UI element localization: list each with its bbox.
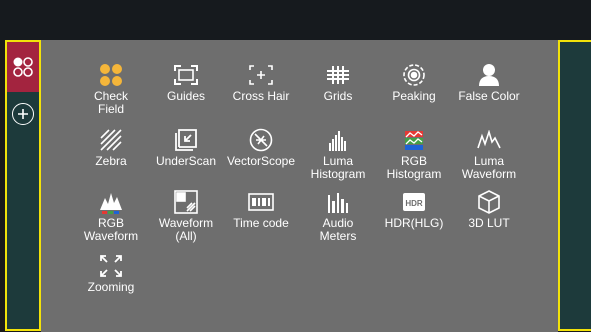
zebra-icon	[98, 127, 124, 153]
rgb-histogram-icon	[401, 127, 427, 153]
tile-label: Luma Histogram	[310, 154, 366, 181]
false-color-icon	[476, 62, 502, 88]
tile-label: VectorScope	[226, 154, 296, 168]
cross-hair-icon	[248, 62, 274, 88]
tile-label: Audio Meters	[319, 216, 357, 243]
add-button[interactable]	[12, 103, 34, 125]
tile-vectorscope[interactable]: VectorScope	[221, 127, 301, 185]
tools-panel: Check Field Guides Cross Hair Grids Peak…	[41, 40, 558, 332]
tile-label: Time code	[233, 216, 289, 230]
time-code-icon	[248, 189, 274, 215]
tile-grids[interactable]: Grids	[298, 62, 378, 120]
hdr-hlg-icon: HDR	[401, 189, 427, 215]
tile-label: Guides	[166, 89, 206, 103]
tile-label: 3D LUT	[468, 216, 510, 230]
tile-guides[interactable]: Guides	[146, 62, 226, 120]
top-bar	[0, 0, 591, 40]
tile-zebra[interactable]: Zebra	[71, 127, 151, 185]
tile-peaking[interactable]: Peaking	[374, 62, 454, 120]
tile-check-field[interactable]: Check Field	[71, 62, 151, 120]
four-circles-icon	[13, 57, 33, 77]
left-sidebar	[5, 40, 41, 331]
zooming-icon	[98, 253, 124, 279]
underscan-icon	[173, 127, 199, 153]
tile-cross-hair[interactable]: Cross Hair	[221, 62, 301, 120]
tile-label: Waveform (All)	[158, 216, 214, 243]
luma-waveform-icon	[476, 127, 502, 153]
tile-rgb-waveform[interactable]: RGB Waveform	[71, 189, 151, 247]
tile-hdr-hlg[interactable]: HDR HDR(HLG)	[374, 189, 454, 247]
grids-icon	[325, 62, 351, 88]
tile-label: Luma Waveform	[461, 154, 517, 181]
tile-label: UnderScan	[155, 154, 217, 168]
tile-label: Zooming	[87, 280, 135, 294]
tile-zooming[interactable]: Zooming	[71, 253, 151, 311]
tile-waveform-all[interactable]: Waveform (All)	[146, 189, 226, 247]
rgb-waveform-icon	[98, 189, 124, 215]
tile-label: False Color	[458, 89, 520, 103]
tile-label: HDR(HLG)	[384, 216, 444, 230]
tile-rgb-histogram[interactable]: RGB Histogram	[374, 127, 454, 185]
guides-icon	[173, 62, 199, 88]
plus-circle-icon	[18, 109, 28, 119]
vectorscope-icon	[248, 127, 274, 153]
waveform-all-icon	[173, 189, 199, 215]
tile-underscan[interactable]: UnderScan	[146, 127, 226, 185]
tile-label: Zebra	[95, 154, 127, 168]
svg-text:HDR: HDR	[405, 199, 423, 208]
check-field-icon	[98, 62, 124, 88]
right-sidebar	[558, 40, 591, 331]
tile-audio-meters[interactable]: Audio Meters	[298, 189, 378, 247]
audio-meters-icon	[325, 189, 351, 215]
tile-false-color[interactable]: False Color	[449, 62, 529, 120]
tile-time-code[interactable]: Time code	[221, 189, 301, 247]
tile-label: Check Field	[93, 89, 128, 116]
tile-3d-lut[interactable]: 3D LUT	[449, 189, 529, 247]
tile-luma-histogram[interactable]: Luma Histogram	[298, 127, 378, 185]
3d-lut-icon	[476, 189, 502, 215]
tile-luma-waveform[interactable]: Luma Waveform	[449, 127, 529, 185]
tile-label: RGB Waveform	[83, 216, 139, 243]
peaking-icon	[401, 62, 427, 88]
luma-histogram-icon	[325, 127, 351, 153]
tile-label: Grids	[323, 89, 353, 103]
monitor-tools-tab[interactable]	[7, 42, 39, 92]
tile-label: Cross Hair	[232, 89, 290, 103]
tile-label: RGB Histogram	[386, 154, 442, 181]
tile-label: Peaking	[392, 89, 436, 103]
